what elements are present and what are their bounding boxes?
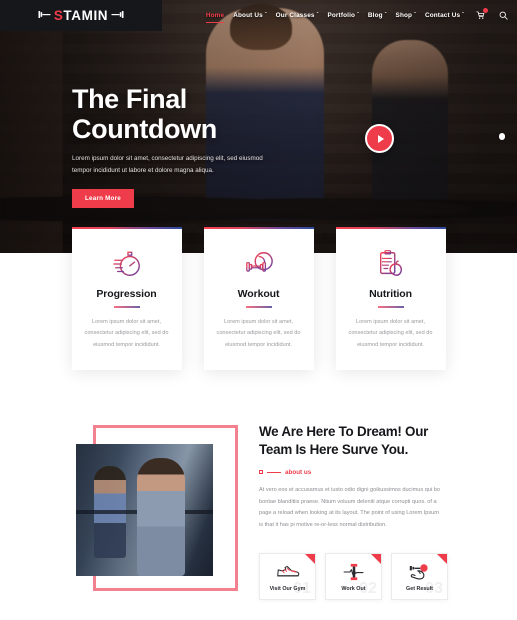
- chevron-down-icon: ˇ: [264, 12, 267, 18]
- nav-label: Shop: [395, 12, 413, 19]
- step-card-work-out[interactable]: 02 Work Out: [325, 553, 382, 600]
- dumbbell-icon: [216, 247, 302, 280]
- corner-badge: [437, 554, 447, 564]
- about-image-person-foreground: [137, 458, 185, 576]
- hero-content: The Final Countdown Lorem ipsum dolor si…: [72, 84, 332, 208]
- feature-divider: [245, 306, 272, 308]
- hero-title: The Final Countdown: [72, 84, 332, 144]
- about-section: We Are Here To Dream! Our Team Is Here S…: [0, 405, 517, 620]
- step-label: Visit Our Gym: [269, 586, 306, 592]
- sneaker-icon: [276, 561, 300, 583]
- nav-item-home[interactable]: Home: [205, 12, 225, 23]
- hero-slider-indicator[interactable]: [499, 133, 505, 140]
- learn-more-button[interactable]: Learn More: [72, 188, 134, 208]
- step-cards: 01 Visit Our Gym 02 Work Out 03 Get Resu…: [259, 553, 448, 600]
- about-heading: We Are Here To Dream! Our Team Is Here S…: [259, 424, 429, 457]
- feature-text: Lorem ipsum dolor sit amet, consectetur …: [216, 319, 301, 348]
- nav-label: Blog: [367, 12, 383, 19]
- eyebrow-dash-icon: [267, 471, 281, 474]
- nav-label: Portfolio: [327, 12, 356, 19]
- feature-cards: Progression Lorem ipsum dolor sit amet, …: [0, 227, 517, 370]
- feature-divider: [113, 306, 140, 308]
- logo[interactable]: STAMIN: [0, 0, 162, 31]
- play-icon: [377, 134, 384, 143]
- step-label: Work Out: [341, 586, 366, 592]
- clipboard-apple-icon: [348, 247, 434, 280]
- nav-label: Contact Us: [424, 12, 461, 19]
- feature-title: Progression: [96, 288, 157, 300]
- cart-icon[interactable]: [476, 8, 488, 20]
- feature-title: Nutrition: [369, 288, 412, 300]
- cart-badge: [483, 8, 488, 13]
- feature-text: Lorem ipsum dolor sit amet, consectetur …: [84, 319, 169, 348]
- step-label: Get Result: [406, 586, 433, 592]
- about-content: We Are Here To Dream! Our Team Is Here S…: [259, 423, 447, 532]
- hero-title-line-1: The Final: [72, 84, 187, 114]
- about-image: [76, 444, 213, 576]
- feature-card-progression[interactable]: Progression Lorem ipsum dolor sit amet, …: [71, 227, 182, 370]
- dumbbell-right-icon: [111, 8, 124, 23]
- nav-item-our-classes[interactable]: Our Classes ˇ: [276, 12, 319, 19]
- feature-title: Workout: [237, 288, 280, 300]
- chevron-down-icon: ˇ: [414, 12, 416, 18]
- chevron-down-icon: ˇ: [316, 12, 319, 18]
- step-card-get-result[interactable]: 03 Get Result: [391, 553, 448, 600]
- homepage: STAMIN Home About Us ˇ Our Classes ˇ Por…: [0, 0, 517, 620]
- feature-card-workout[interactable]: Workout Lorem ipsum dolor sit amet, cons…: [203, 227, 314, 370]
- stopwatch-icon: [84, 247, 170, 280]
- barbell-icon: [343, 561, 365, 583]
- nav-item-shop[interactable]: Shop ˇ: [396, 12, 416, 19]
- flex-arm-icon: [408, 561, 431, 583]
- about-paragraph: At vero eos et accusamus et iusto odio d…: [259, 486, 440, 529]
- hero-title-line-2: Countdown: [72, 114, 217, 145]
- dumbbell-left-icon: [38, 8, 51, 23]
- step-card-visit-our-gym[interactable]: 01 Visit Our Gym: [259, 553, 316, 600]
- chevron-down-icon: ˇ: [357, 12, 359, 18]
- site-header: STAMIN Home About Us ˇ Our Classes ˇ Por…: [0, 0, 517, 31]
- search-icon[interactable]: [499, 11, 508, 20]
- main-navigation: Home About Us ˇ Our Classes ˇ Portfolio …: [162, 0, 517, 31]
- corner-badge: [371, 554, 381, 564]
- corner-badge: [305, 554, 315, 564]
- play-video-button[interactable]: [365, 124, 394, 153]
- about-eyebrow: about us: [259, 469, 447, 476]
- chevron-down-icon: ˇ: [462, 12, 464, 18]
- nav-item-blog[interactable]: Blog ˇ: [368, 12, 387, 19]
- feature-card-nutrition[interactable]: Nutrition Lorem ipsum dolor sit amet, co…: [335, 227, 446, 370]
- nav-label: About Us: [233, 12, 263, 19]
- nav-item-portfolio[interactable]: Portfolio ˇ: [327, 12, 358, 19]
- about-eyebrow-label: about us: [285, 468, 312, 476]
- feature-text: Lorem ipsum dolor sit amet, consectetur …: [348, 319, 433, 348]
- feature-divider: [377, 306, 404, 308]
- nav-item-contact-us[interactable]: Contact Us ˇ: [425, 12, 464, 19]
- nav-item-about-us[interactable]: About Us ˇ: [233, 12, 266, 19]
- nav-label: Home: [205, 12, 225, 19]
- nav-label: Our Classes: [275, 12, 315, 19]
- eyebrow-square-icon: [259, 470, 263, 475]
- hero-subtitle: Lorem ipsum dolor sit amet, consectetur …: [72, 155, 263, 175]
- chevron-down-icon: ˇ: [384, 12, 387, 18]
- logo-text: STAMIN: [53, 8, 109, 23]
